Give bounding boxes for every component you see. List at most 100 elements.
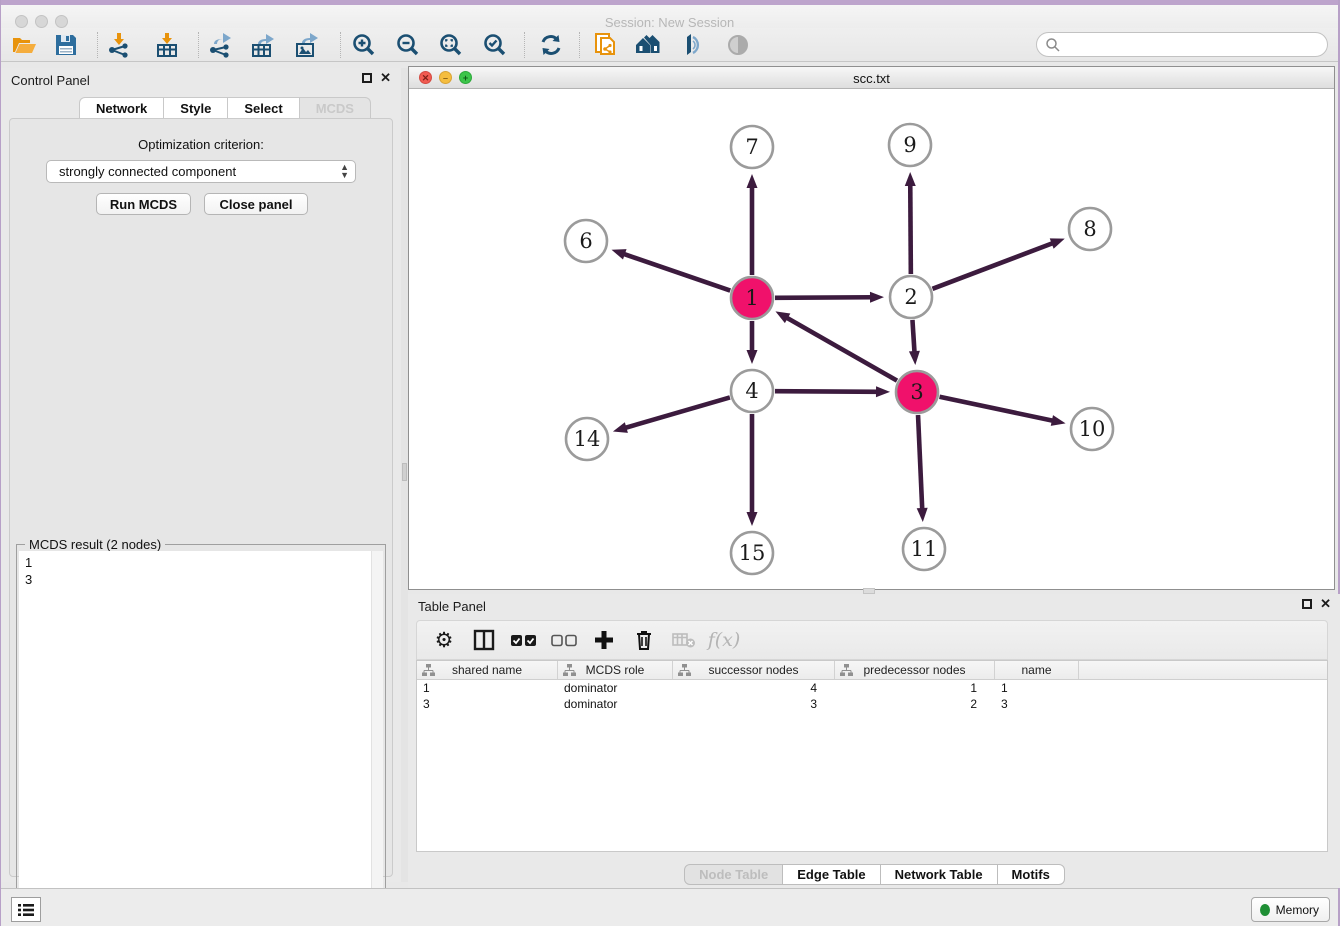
tab-edge-table[interactable]: Edge Table <box>783 864 880 885</box>
network-graph[interactable]: 7968124314101511 <box>409 89 1334 589</box>
network-window: ✕ – + scc.txt 7968124314101511 <box>408 66 1335 590</box>
graph-arrowhead <box>917 508 928 522</box>
column-view-button[interactable] <box>471 627 497 653</box>
graph-edge-2-8[interactable] <box>933 242 1055 288</box>
close-panel-icon[interactable]: ✕ <box>380 73 391 83</box>
network-canvas[interactable]: 7968124314101511 <box>409 89 1334 589</box>
col-shared-name[interactable]: shared name <box>417 661 558 679</box>
tab-network-table[interactable]: Network Table <box>881 864 998 885</box>
splitter-handle[interactable] <box>402 463 407 481</box>
zoom-selected-button[interactable] <box>480 31 510 59</box>
graph-arrowhead <box>1051 415 1066 426</box>
graph-arrowhead <box>612 249 627 259</box>
tab-motifs[interactable]: Motifs <box>998 864 1065 885</box>
control-panel: Control Panel ✕ Network Style Select MCD… <box>1 68 401 882</box>
col-predecessor-nodes[interactable]: predecessor nodes <box>835 661 995 679</box>
graph-edge-4-3[interactable] <box>775 391 879 392</box>
graph-arrowhead <box>905 172 916 186</box>
mcds-result-title: MCDS result (2 nodes) <box>25 537 165 552</box>
vertical-splitter[interactable] <box>401 68 408 882</box>
network-window-titlebar[interactable]: ✕ – + scc.txt <box>409 67 1334 89</box>
zoom-fit-button[interactable] <box>436 31 466 59</box>
export-image-button[interactable] <box>292 31 322 59</box>
float-table-panel-icon[interactable] <box>1302 599 1312 609</box>
memory-status-icon <box>1260 904 1270 916</box>
deselect-all-button[interactable] <box>551 627 577 653</box>
graph-arrowhead <box>909 351 920 365</box>
graph-edge-1-6[interactable] <box>622 253 730 290</box>
memory-label: Memory <box>1276 903 1319 917</box>
tab-mcds[interactable]: MCDS <box>300 97 371 119</box>
criterion-select[interactable]: strongly connected component ▲▼ <box>46 160 356 183</box>
table-settings-button[interactable]: ⚙ <box>431 627 457 653</box>
mcds-panel: Optimization criterion: strongly connect… <box>9 118 393 877</box>
import-table-button[interactable] <box>152 31 182 59</box>
col-name[interactable]: name <box>995 661 1079 679</box>
graph-edge-3-10[interactable] <box>940 397 1055 421</box>
graph-edge-1-2[interactable] <box>775 297 873 298</box>
graph-edge-4-14[interactable] <box>623 397 729 428</box>
graph-edge-2-9[interactable] <box>910 183 911 274</box>
col-successor-nodes[interactable]: successor nodes <box>673 661 835 679</box>
select-stepper-icon: ▲▼ <box>340 163 349 179</box>
graph-edge-2-3[interactable] <box>912 320 914 354</box>
run-mcds-button[interactable]: Run MCDS <box>96 193 191 215</box>
toolbar-separator <box>97 32 98 58</box>
table-tabs: Node Table Edge Table Network Table Moti… <box>408 864 1340 885</box>
graph-node-label-4: 4 <box>745 379 758 403</box>
graph-arrowhead <box>747 174 758 188</box>
refresh-button[interactable] <box>536 31 566 59</box>
tab-select[interactable]: Select <box>228 97 299 119</box>
graph-arrowhead <box>870 292 884 303</box>
list-icon <box>18 903 34 917</box>
table-row[interactable]: 1 dominator 4 1 1 <box>417 680 1327 696</box>
result-scrollbar[interactable] <box>371 551 383 917</box>
delete-table-button[interactable] <box>671 627 697 653</box>
graph-node-label-7: 7 <box>745 135 758 159</box>
control-panel-tabs: Network Style Select MCDS <box>79 97 371 119</box>
tab-node-table[interactable]: Node Table <box>684 864 783 885</box>
first-neighbors-button[interactable] <box>635 31 665 59</box>
close-table-panel-icon[interactable]: ✕ <box>1320 599 1331 609</box>
visibility-button[interactable] <box>723 31 753 59</box>
visual-style-button[interactable] <box>679 31 709 59</box>
graph-node-label-3: 3 <box>910 380 923 404</box>
toolbar-separator <box>524 32 525 58</box>
add-column-button[interactable] <box>591 627 617 653</box>
close-panel-button[interactable]: Close panel <box>204 193 308 215</box>
columns-icon <box>473 629 495 651</box>
save-session-button[interactable] <box>51 31 81 59</box>
tab-network[interactable]: Network <box>79 97 164 119</box>
graph-edge-3-1[interactable] <box>785 317 897 381</box>
delete-column-button[interactable] <box>631 627 657 653</box>
search-input[interactable] <box>1036 32 1328 57</box>
select-all-button[interactable] <box>511 627 537 653</box>
export-network-button[interactable] <box>205 31 235 59</box>
zoom-in-button[interactable] <box>349 31 379 59</box>
tree-icon <box>840 664 853 677</box>
control-panel-title: Control Panel <box>11 73 90 88</box>
col-mcds-role[interactable]: MCDS role <box>558 661 673 679</box>
graph-arrowhead <box>747 350 758 364</box>
graph-edge-3-11[interactable] <box>918 415 922 511</box>
graph-arrowhead <box>747 512 758 526</box>
zoom-out-button[interactable] <box>393 31 423 59</box>
main-titlebar: Session: New Session <box>1 5 1338 28</box>
unchecked-boxes-icon <box>551 634 577 647</box>
clone-network-button[interactable] <box>591 31 621 59</box>
open-session-button[interactable] <box>9 31 39 59</box>
table-panel: Table Panel ✕ ⚙ f(x) shared name <box>408 594 1340 888</box>
memory-button[interactable]: Memory <box>1251 897 1330 922</box>
checked-boxes-icon <box>511 634 537 647</box>
main-toolbar <box>1 28 1338 62</box>
toolbar-separator <box>198 32 199 58</box>
function-builder-button[interactable]: f(x) <box>711 627 737 653</box>
mcds-result-text[interactable]: 1 3 <box>19 551 373 917</box>
network-window-title: scc.txt <box>409 71 1334 86</box>
tab-style[interactable]: Style <box>164 97 228 119</box>
table-row[interactable]: 3 dominator 3 2 3 <box>417 696 1327 712</box>
import-network-button[interactable] <box>104 31 134 59</box>
task-history-button[interactable] <box>11 897 41 922</box>
float-panel-icon[interactable] <box>362 73 372 83</box>
export-table-button[interactable] <box>248 31 278 59</box>
